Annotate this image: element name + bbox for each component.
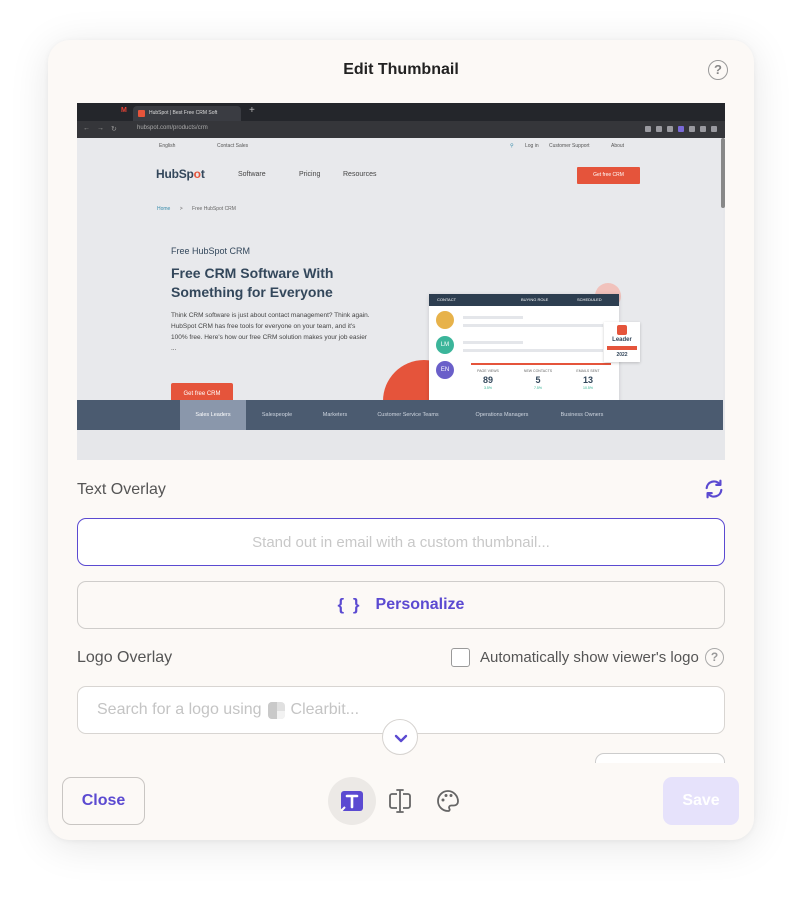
about-link: About xyxy=(611,143,625,149)
modal-footer: Close Save xyxy=(48,763,754,840)
layout-tool-button[interactable] xyxy=(376,777,424,825)
crm-card-illustration: CONTACT BUYING ROLE SCHEDULED LM EN PAGE… xyxy=(429,294,619,404)
browser-url: hubspot.com/products/crm xyxy=(137,125,208,131)
language-link: English xyxy=(159,143,176,149)
clearbit-icon xyxy=(267,701,285,719)
crm-stats: PAGE VIEWS 89 3.5% NEW CONTACTS 5 7.5% EMAIL… xyxy=(463,367,613,403)
contact-sales-link: Contact Sales xyxy=(217,143,249,149)
hubspot-page: English Contact Sales ⚲ Log in Customer … xyxy=(77,138,723,430)
hubspot-logo: HubSpot xyxy=(156,167,205,181)
reload-icon: ↻ xyxy=(111,126,117,133)
support-link: Customer Support xyxy=(549,143,590,149)
leader-badge: Leader 2022 xyxy=(604,322,640,362)
persona-tab: Operations Managers xyxy=(475,412,529,418)
help-icon[interactable]: ? xyxy=(708,60,728,80)
persona-tab-active: Sales Leaders xyxy=(180,400,246,430)
search-icon: ⚲ xyxy=(510,143,514,149)
text-overlay-input[interactable] xyxy=(77,518,725,566)
save-button[interactable]: Save xyxy=(663,777,739,825)
refresh-icon[interactable] xyxy=(703,478,725,500)
hero-eyebrow: Free HubSpot CRM xyxy=(171,246,251,256)
persona-tab: Business Owners xyxy=(560,412,604,418)
thumbnail-preview: M HubSpot | Best Free CRM Soft + ← → ↻ h… xyxy=(77,103,725,460)
palette-tool-icon xyxy=(437,790,459,812)
browser-address-bar: ← → ↻ hubspot.com/products/crm xyxy=(77,121,725,138)
edit-thumbnail-modal: Edit Thumbnail ? M HubSpot | Best Free C… xyxy=(48,40,754,840)
forward-icon: → xyxy=(97,125,104,132)
persona-tab: Salespeople xyxy=(261,412,293,418)
expand-button[interactable] xyxy=(382,719,418,755)
menu-resources: Resources xyxy=(343,171,377,178)
layout-tool-icon xyxy=(389,789,411,813)
help-icon[interactable]: ? xyxy=(705,648,724,667)
persona-tabs: Sales Leaders Salespeople Marketers Cust… xyxy=(77,400,723,430)
palette-tool-button[interactable] xyxy=(424,777,472,825)
persona-tab: Marketers xyxy=(322,412,348,418)
back-icon: ← xyxy=(83,125,90,132)
browser-tab: HubSpot | Best Free CRM Soft xyxy=(133,106,241,121)
text-tool-button[interactable] xyxy=(328,777,376,825)
logo-search-brand: Clearbit... xyxy=(290,701,360,718)
contact-avatar xyxy=(436,311,454,329)
logo-overlay-label: Logo Overlay xyxy=(77,649,173,666)
g2-logo-icon xyxy=(617,325,627,335)
hubspot-favicon-icon xyxy=(138,110,145,117)
progress-line xyxy=(471,363,611,365)
auto-logo-checkbox[interactable] xyxy=(451,648,470,667)
persona-tab: Customer Service Teams xyxy=(377,412,439,418)
hero-headline: Free CRM Software With Something for Eve… xyxy=(171,265,334,300)
modal-title: Edit Thumbnail xyxy=(343,61,459,78)
crm-card-header: CONTACT BUYING ROLE SCHEDULED xyxy=(429,294,619,306)
personalize-button[interactable]: { } Personalize xyxy=(77,581,725,629)
contact-avatar: EN xyxy=(436,361,454,379)
new-tab-icon: + xyxy=(249,105,255,116)
browser-extension-icons xyxy=(645,126,717,132)
menu-software: Software xyxy=(238,171,266,178)
browser-tab-bar: M HubSpot | Best Free CRM Soft + xyxy=(77,103,725,121)
breadcrumb: Home > Free HubSpot CRM xyxy=(157,206,236,212)
browser-tab-title: HubSpot | Best Free CRM Soft xyxy=(149,110,218,116)
personalize-label: Personalize xyxy=(375,596,465,613)
chevron-down-icon xyxy=(394,734,408,743)
contact-avatar: LM xyxy=(436,336,454,354)
text-tool-icon xyxy=(340,791,363,812)
auto-logo-label[interactable]: Automatically show viewer's logo xyxy=(480,649,699,666)
close-button[interactable]: Close xyxy=(62,777,145,825)
hero-body: Think CRM software is just about contact… xyxy=(171,312,370,352)
braces-icon: { } xyxy=(337,595,362,614)
gmail-tab-icon: M xyxy=(121,107,127,114)
menu-pricing: Pricing xyxy=(299,171,321,178)
login-link: Log in xyxy=(525,143,539,149)
preview-scrollbar xyxy=(721,138,725,208)
text-overlay-label: Text Overlay xyxy=(77,481,166,498)
logo-search-placeholder: Search for a logo using xyxy=(97,701,262,718)
get-free-crm-top-button: Get free CRM xyxy=(577,167,640,184)
